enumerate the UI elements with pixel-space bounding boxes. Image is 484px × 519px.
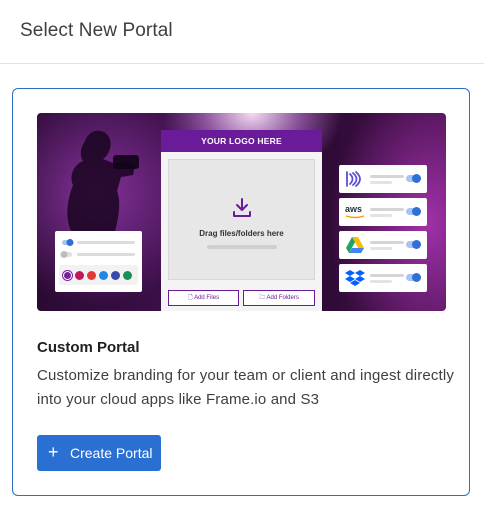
plus-icon: + <box>48 442 59 462</box>
page-header: Select New Portal <box>0 0 484 64</box>
integration-google-drive <box>339 231 427 259</box>
folder-icon: 🗀 <box>259 295 266 301</box>
add-folders-mock-button: 🗀 Add Folders <box>243 290 315 306</box>
frameio-icon <box>346 171 361 187</box>
color-swatch <box>63 271 72 280</box>
drop-zone-placeholder-line <box>207 245 277 249</box>
create-portal-button[interactable]: + Create Portal <box>37 435 161 471</box>
color-swatch <box>87 271 96 280</box>
integration-line <box>370 241 404 244</box>
portal-mockup: YOUR LOGO HERE Drag files/folders here 🗋… <box>161 130 322 311</box>
drop-zone: Drag files/folders here <box>168 159 315 280</box>
logo-placeholder: YOUR LOGO HERE <box>161 130 322 152</box>
add-files-mock-button: 🗋 Add Files <box>168 290 239 306</box>
integration-line <box>370 274 404 277</box>
color-swatch <box>111 271 120 280</box>
integration-dropbox <box>339 264 427 292</box>
aws-icon: aws <box>345 203 365 219</box>
integration-line <box>370 175 404 178</box>
portal-description: Customize branding for your team or clie… <box>37 367 454 408</box>
page-title: Select New Portal <box>20 20 173 41</box>
color-swatch <box>75 271 84 280</box>
integration-aws: aws <box>339 198 427 226</box>
portal-card-custom[interactable]: YOUR LOGO HERE Drag files/folders here 🗋… <box>12 88 470 496</box>
integration-line <box>370 181 392 184</box>
dropbox-icon <box>345 270 365 286</box>
branding-settings-mockup <box>55 231 142 292</box>
integration-frameio <box>339 165 427 193</box>
settings-toggles <box>59 239 138 285</box>
file-icon: 🗋 <box>187 295 193 301</box>
integration-line <box>370 214 392 217</box>
add-folders-label: Add Folders <box>266 295 299 301</box>
integration-line <box>370 208 404 211</box>
toggle-icon <box>406 207 421 216</box>
color-swatch <box>123 271 132 280</box>
add-files-label: Add Files <box>194 295 220 301</box>
aws-text: aws <box>345 204 363 214</box>
toggle-icon <box>406 240 421 249</box>
portal-preview-image: YOUR LOGO HERE Drag files/folders here 🗋… <box>37 113 446 311</box>
google-drive-icon <box>346 237 364 253</box>
color-swatches <box>63 271 132 280</box>
create-portal-label: Create Portal <box>70 445 153 461</box>
drop-zone-text: Drag files/folders here <box>199 229 284 238</box>
toggle-icon <box>406 273 421 282</box>
download-icon <box>233 198 251 217</box>
toggle-icon <box>406 174 421 183</box>
portal-name: Custom Portal <box>37 339 140 356</box>
integration-line <box>370 247 392 250</box>
integration-line <box>370 280 392 283</box>
color-swatch <box>99 271 108 280</box>
